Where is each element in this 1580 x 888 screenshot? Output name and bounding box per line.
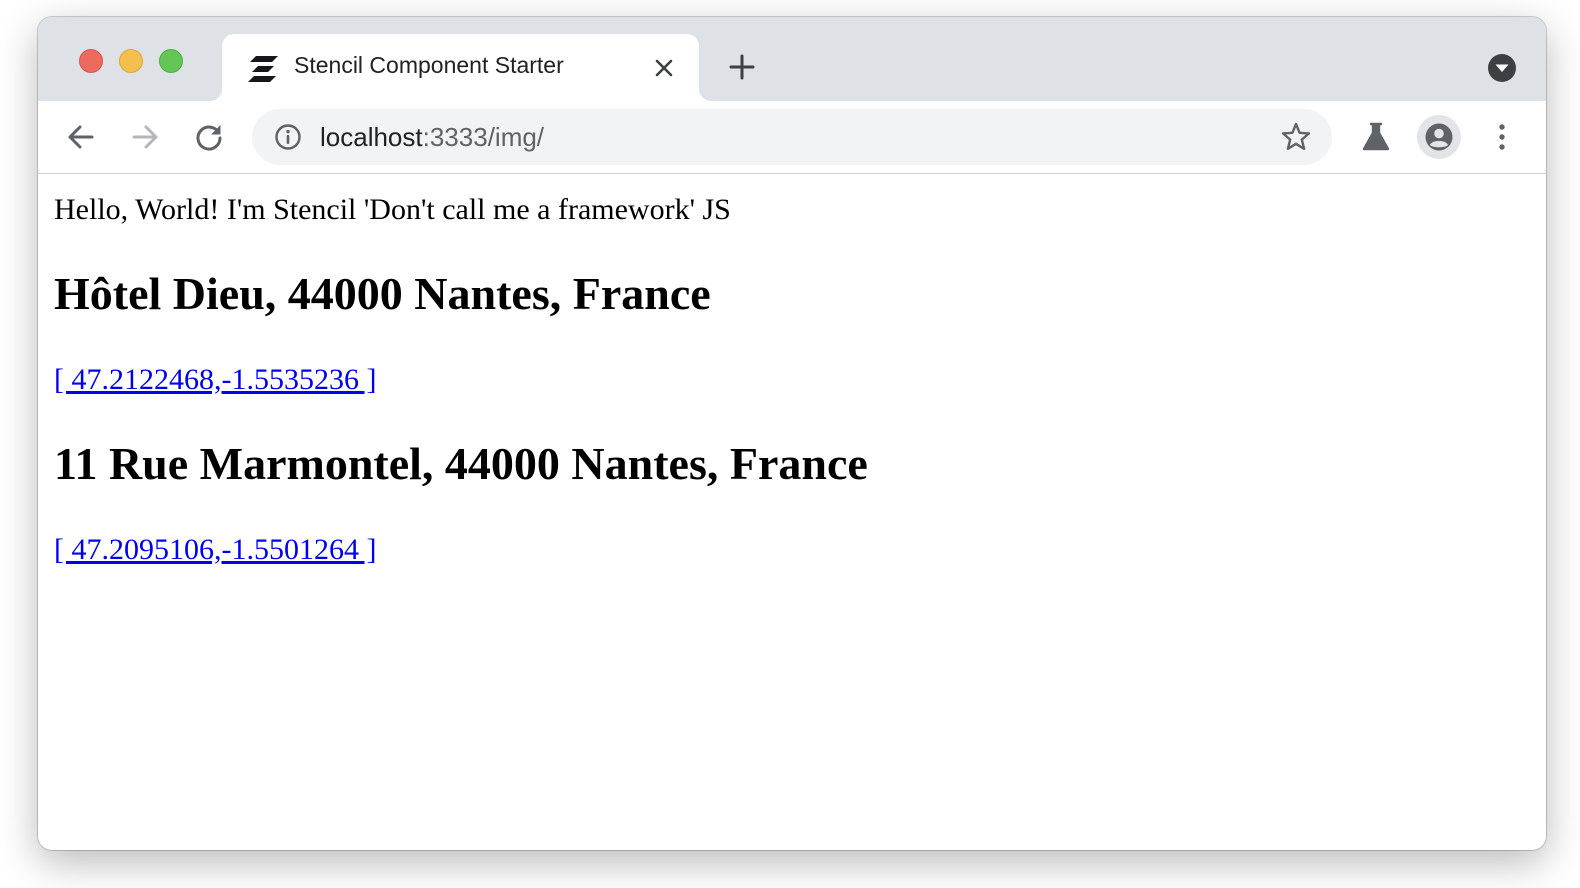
url-text[interactable]: localhost:3333/img/ <box>320 121 544 153</box>
url-host: localhost <box>320 122 423 152</box>
tab-strip: Stencil Component Starter <box>38 17 1546 101</box>
labs-flask-icon[interactable] <box>1360 121 1392 153</box>
toolbar: localhost:3333/img/ <box>38 101 1546 174</box>
zoom-window-button[interactable] <box>159 49 183 73</box>
new-tab-icon[interactable] <box>728 53 756 81</box>
place-heading: 11 Rue Marmontel, 44000 Nantes, France <box>54 438 868 489</box>
reload-icon[interactable] <box>193 121 225 153</box>
stencil-logo-icon <box>248 56 278 82</box>
close-window-button[interactable] <box>79 49 103 73</box>
avatar-icon <box>1425 123 1453 151</box>
coordinates-link[interactable]: [ 47.2122468,-1.5535236 ] <box>54 362 376 398</box>
address-bar[interactable]: localhost:3333/img/ <box>252 109 1332 165</box>
coordinates-link[interactable]: [ 47.2095106,-1.5501264 ] <box>54 532 376 568</box>
close-tab-icon[interactable] <box>652 56 676 80</box>
browser-window: Stencil Component Starter localhost:3333… <box>38 17 1546 850</box>
bookmark-star-icon[interactable] <box>1280 121 1312 153</box>
more-menu-icon[interactable] <box>1486 121 1518 153</box>
page-content: Hello, World! I'm Stencil 'Don't call me… <box>38 174 1546 850</box>
forward-arrow-icon[interactable] <box>129 121 161 153</box>
url-path: :3333/img/ <box>422 122 545 152</box>
profile-button[interactable] <box>1417 115 1461 159</box>
tab-stencil-component-starter[interactable]: Stencil Component Starter <box>222 34 699 101</box>
minimize-window-button[interactable] <box>119 49 143 73</box>
site-info-icon[interactable] <box>274 123 302 151</box>
tab-title: Stencil Component Starter <box>294 52 564 78</box>
greeting-text: Hello, World! I'm Stencil 'Don't call me… <box>54 193 731 226</box>
back-arrow-icon[interactable] <box>65 121 97 153</box>
tab-search-icon[interactable] <box>1487 53 1517 83</box>
place-heading: Hôtel Dieu, 44000 Nantes, France <box>54 268 711 319</box>
